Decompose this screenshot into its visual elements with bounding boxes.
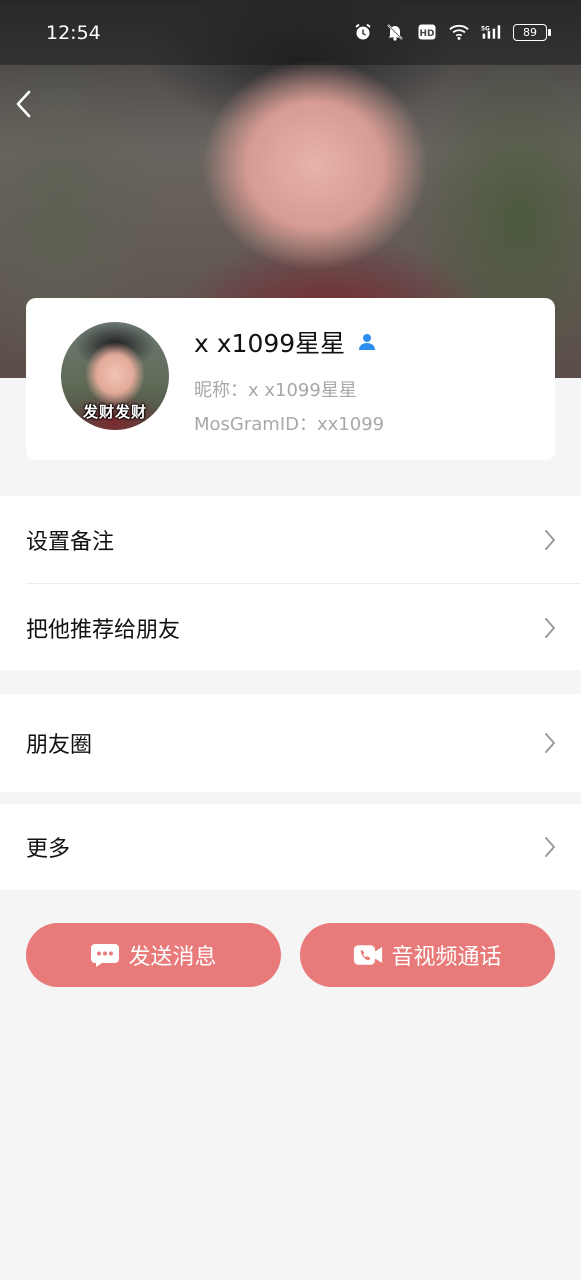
- menu-item-more[interactable]: 更多: [0, 804, 581, 890]
- profile-mosgram-id: MosGramID：xx1099: [194, 414, 385, 435]
- chevron-right-icon: [545, 530, 555, 550]
- 5g-signal-icon: 5G: [481, 22, 501, 42]
- hd-icon: HD: [417, 22, 437, 42]
- chevron-right-icon: [545, 837, 555, 857]
- chevron-right-icon: [545, 618, 555, 638]
- status-bar: 12:54 HD 5G 89: [0, 0, 581, 66]
- svg-text:HD: HD: [419, 29, 434, 39]
- av-call-label: 音视频通话: [391, 945, 502, 970]
- wifi-icon: [449, 22, 469, 42]
- menu-group-3: 更多: [0, 804, 581, 890]
- chat-bubble-icon: [90, 941, 120, 969]
- profile-card: 发财发财 x x1099星星 昵称：x x1099星星 MosGramID：xx…: [26, 298, 555, 460]
- menu-item-label: 设置备注: [26, 530, 115, 555]
- menu-item-label: 朋友圈: [26, 733, 93, 758]
- status-time: 12:54: [46, 22, 101, 44]
- mute-bell-icon: [385, 22, 405, 42]
- av-call-button[interactable]: 音视频通话: [300, 923, 555, 987]
- user-badge-icon: [359, 334, 376, 350]
- menu-item-set-remark[interactable]: 设置备注: [0, 496, 581, 584]
- menu-item-moments[interactable]: 朋友圈: [0, 694, 581, 792]
- menu-group-1: 设置备注 把他推荐给朋友: [0, 496, 581, 670]
- send-message-button[interactable]: 发送消息: [26, 923, 281, 987]
- chevron-right-icon: [545, 733, 555, 753]
- menu-item-label: 把他推荐给朋友: [26, 618, 181, 643]
- menu-item-label: 更多: [26, 837, 71, 862]
- chevron-left-icon: [16, 90, 31, 118]
- profile-name: x x1099星星: [194, 329, 346, 358]
- back-button[interactable]: [8, 86, 38, 122]
- profile-nickname: 昵称：x x1099星星: [194, 380, 357, 401]
- status-icons: HD 5G 89: [353, 22, 551, 42]
- menu-group-2: 朋友圈: [0, 694, 581, 792]
- video-call-icon: [353, 941, 383, 969]
- profile-name-row: x x1099星星: [194, 324, 377, 360]
- avatar[interactable]: 发财发财: [61, 322, 169, 430]
- menu-item-recommend-friend[interactable]: 把他推荐给朋友: [0, 584, 581, 672]
- battery-icon: 89: [513, 23, 551, 41]
- alarm-icon: [353, 22, 373, 42]
- avatar-caption: 发财发财: [82, 403, 147, 421]
- send-message-label: 发送消息: [128, 945, 217, 970]
